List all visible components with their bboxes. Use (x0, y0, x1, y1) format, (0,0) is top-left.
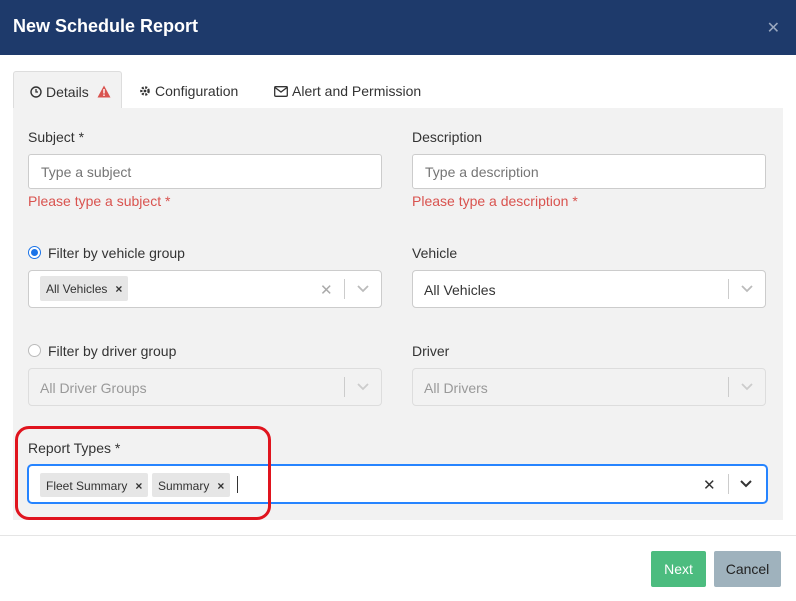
chevron-down-icon[interactable] (355, 280, 371, 296)
driver-label: Driver (412, 343, 450, 359)
next-button[interactable]: Next (651, 551, 706, 587)
chevron-down-icon (357, 383, 369, 391)
close-icon[interactable]: ✕ (767, 18, 780, 38)
tab-alert-permission-label: Alert and Permission (292, 83, 422, 99)
select-divider (728, 279, 729, 299)
vehicle-value: All Vehicles (424, 282, 496, 298)
chevron-down-icon (741, 383, 753, 391)
tab-configuration-label: Configuration (155, 83, 239, 99)
footer-divider (0, 535, 796, 536)
chip-label: All Vehicles (46, 282, 108, 296)
description-label: Description (412, 129, 483, 145)
warning-icon (97, 85, 111, 101)
dialog-header: New Schedule Report ✕ (0, 0, 796, 55)
vehicle-group-chip: All Vehicles × (40, 276, 129, 301)
driver-group-value: All Driver Groups (40, 380, 147, 396)
vehicle-group-radio[interactable] (28, 246, 41, 259)
schedule-report-dialog: New Schedule Report ✕ Details Configurat… (0, 0, 796, 601)
subject-input[interactable] (28, 154, 382, 189)
driver-group-label: Filter by driver group (48, 343, 177, 359)
vehicle-select[interactable]: All Vehicles (412, 270, 766, 308)
envelope-icon (274, 84, 288, 100)
annotation-highlight (15, 426, 271, 520)
tab-bar: Details Configuration Alert and Permissi… (13, 71, 783, 109)
vehicle-group-select[interactable]: All Vehicles × ✕ (28, 270, 382, 308)
clock-icon (30, 85, 42, 101)
tab-details[interactable]: Details (13, 71, 122, 109)
tab-configuration[interactable]: Configuration (139, 71, 238, 109)
subject-label: Subject * (28, 129, 85, 145)
driver-group-radio[interactable] (28, 344, 41, 357)
driver-value: All Drivers (424, 380, 488, 396)
driver-group-select: All Driver Groups (28, 368, 382, 406)
description-input[interactable] (412, 154, 766, 189)
vehicle-group-label: Filter by vehicle group (48, 245, 185, 261)
dialog-title: New Schedule Report (13, 16, 199, 36)
driver-select: All Drivers (412, 368, 766, 406)
clear-icon[interactable]: ✕ (703, 476, 716, 494)
select-divider (344, 279, 345, 299)
chip-remove-icon[interactable]: × (115, 282, 122, 296)
clear-icon[interactable]: ✕ (320, 281, 333, 299)
cancel-button[interactable]: Cancel (714, 551, 781, 587)
select-divider (344, 377, 345, 397)
gear-icon (139, 84, 151, 100)
chevron-down-icon[interactable] (738, 475, 754, 491)
tab-alert-permission[interactable]: Alert and Permission (274, 71, 421, 109)
select-divider (728, 474, 729, 494)
description-error: Please type a description * (412, 193, 578, 209)
tab-details-label: Details (46, 84, 89, 100)
subject-error: Please type a subject * (28, 193, 171, 209)
chevron-down-icon[interactable] (739, 280, 755, 296)
vehicle-label: Vehicle (412, 245, 458, 261)
select-divider (728, 377, 729, 397)
